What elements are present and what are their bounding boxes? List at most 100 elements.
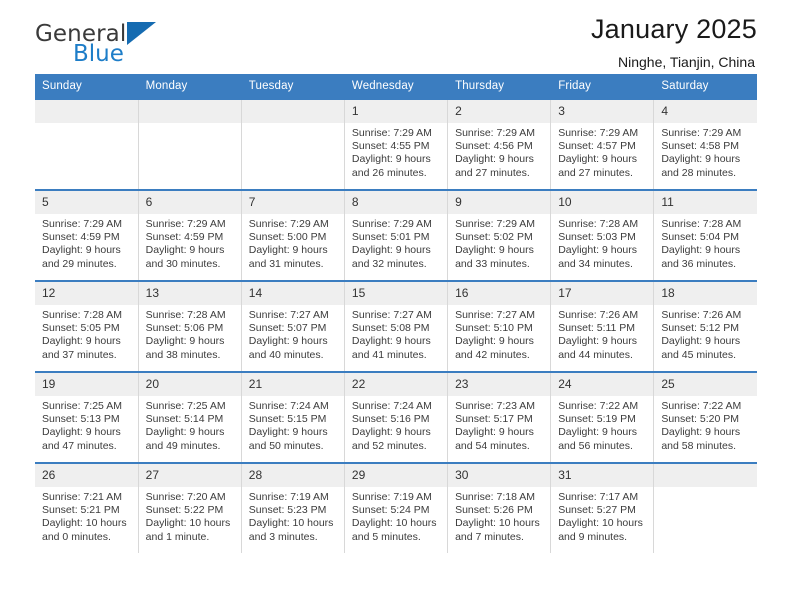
day-sun-info: Sunrise: 7:24 AM Sunset: 5:16 PM Daylight:… — [345, 396, 447, 453]
calendar-day-cell[interactable]: 9 Sunrise: 7:29 AM Sunset: 5:02 PM Daylight… — [447, 189, 552, 281]
calendar-day-cell[interactable]: 2 Sunrise: 7:29 AM Sunset: 4:56 PM Daylight… — [447, 98, 552, 190]
day-number: 31 — [551, 464, 654, 487]
day-number: 24 — [551, 373, 654, 396]
calendar-day-cell[interactable]: 19 Sunrise: 7:25 AM Sunset: 5:13 PM Dayligh… — [35, 371, 139, 463]
sunset-text: Sunset: 5:19 PM — [558, 413, 636, 426]
sunset-text: Sunset: 5:10 PM — [455, 322, 533, 335]
calendar-day-cell[interactable]: 13 Sunrise: 7:28 AM Sunset: 5:06 PM Dayligh… — [138, 280, 242, 372]
logo-triangle-icon — [127, 22, 157, 45]
calendar-day-cell[interactable]: 22 Sunrise: 7:24 AM Sunset: 5:16 PM Dayligh… — [344, 371, 449, 463]
day-sun-info: Sunrise: 7:25 AM Sunset: 5:14 PM Daylight:… — [139, 396, 241, 453]
weekday-header-wednesday: Wednesday — [344, 74, 449, 99]
day-sun-info: Sunrise: 7:29 AM Sunset: 5:00 PM Daylight:… — [242, 214, 344, 271]
sunset-text: Sunset: 5:01 PM — [351, 231, 430, 244]
calendar-day-cell[interactable]: 18 Sunrise: 7:26 AM Sunset: 5:12 PM Dayligh… — [653, 280, 757, 372]
sunset-text: Sunset: 5:17 PM — [455, 413, 533, 426]
calendar-week-row: 1 Sunrise: 7:29 AM Sunset: 4:55 PM Daylight… — [35, 98, 757, 190]
daylight-text-line2: and 30 minutes. — [145, 257, 221, 270]
calendar-day-cell[interactable]: 11 Sunrise: 7:28 AM Sunset: 5:04 PM Dayligh… — [653, 189, 757, 281]
daylight-text-line1: Daylight: 10 hours — [351, 517, 437, 530]
calendar-day-cell[interactable]: 31 Sunrise: 7:17 AM Sunset: 5:27 PM Dayligh… — [550, 462, 655, 553]
calendar-day-cell[interactable]: 7 Sunrise: 7:29 AM Sunset: 5:00 PM Daylight… — [241, 189, 345, 281]
sunset-text: Sunset: 5:14 PM — [145, 413, 224, 426]
daylight-text-line1: Daylight: 9 hours — [455, 244, 534, 257]
calendar-day-cell[interactable]: 12 Sunrise: 7:28 AM Sunset: 5:05 PM Dayligh… — [35, 280, 139, 372]
generalblue-logo: General Blue — [35, 0, 157, 66]
sunset-text: Sunset: 4:57 PM — [558, 140, 636, 153]
daylight-text-line2: and 7 minutes. — [455, 530, 524, 543]
day-number: 26 — [35, 464, 138, 487]
day-sun-info: Sunrise: 7:28 AM Sunset: 5:05 PM Daylight:… — [35, 305, 138, 362]
calendar-day-cell[interactable]: 28 Sunrise: 7:19 AM Sunset: 5:23 PM Dayligh… — [241, 462, 345, 553]
calendar-day-cell[interactable]: 26 Sunrise: 7:21 AM Sunset: 5:21 PM Dayligh… — [35, 462, 139, 553]
day-sun-info: Sunrise: 7:29 AM Sunset: 4:55 PM Daylight:… — [345, 123, 447, 180]
calendar-day-cell[interactable]: 24 Sunrise: 7:22 AM Sunset: 5:19 PM Dayligh… — [550, 371, 655, 463]
calendar-day-cell[interactable]: 27 Sunrise: 7:20 AM Sunset: 5:22 PM Dayligh… — [138, 462, 242, 553]
daylight-text-line1: Daylight: 9 hours — [351, 335, 431, 348]
sunrise-text: Sunrise: 7:22 AM — [661, 400, 742, 412]
day-number: 9 — [448, 191, 551, 214]
day-number — [35, 100, 138, 123]
calendar-day-cell[interactable]: 20 Sunrise: 7:25 AM Sunset: 5:14 PM Dayligh… — [138, 371, 242, 463]
calendar-day-cell[interactable]: 15 Sunrise: 7:27 AM Sunset: 5:08 PM Dayligh… — [344, 280, 449, 372]
sunrise-text: Sunrise: 7:27 AM — [351, 309, 432, 321]
daylight-text-line1: Daylight: 9 hours — [248, 335, 328, 348]
sunrise-text: Sunrise: 7:24 AM — [351, 400, 432, 412]
day-sun-info: Sunrise: 7:17 AM Sunset: 5:27 PM Daylight:… — [551, 487, 653, 544]
calendar-day-cell[interactable]: 23 Sunrise: 7:23 AM Sunset: 5:17 PM Dayligh… — [447, 371, 552, 463]
daylight-text-line1: Daylight: 10 hours — [558, 517, 643, 530]
daylight-text-line2: and 58 minutes. — [661, 439, 737, 452]
sunrise-text: Sunrise: 7:29 AM — [351, 218, 432, 230]
daylight-text-line2: and 28 minutes. — [661, 166, 737, 179]
day-number: 1 — [344, 100, 448, 123]
daylight-text-line1: Daylight: 9 hours — [351, 426, 431, 439]
daylight-text-line1: Daylight: 9 hours — [455, 153, 534, 166]
calendar-day-cell[interactable]: 14 Sunrise: 7:27 AM Sunset: 5:07 PM Dayligh… — [241, 280, 345, 372]
day-sun-info: Sunrise: 7:19 AM Sunset: 5:23 PM Daylight:… — [242, 487, 344, 544]
calendar-day-cell[interactable]: 4 Sunrise: 7:29 AM Sunset: 4:58 PM Daylight… — [653, 98, 757, 190]
calendar-day-cell[interactable]: 3 Sunrise: 7:29 AM Sunset: 4:57 PM Daylight… — [550, 98, 655, 190]
daylight-text-line2: and 0 minutes. — [42, 530, 111, 543]
daylight-text-line1: Daylight: 9 hours — [661, 244, 741, 257]
daylight-text-line2: and 50 minutes. — [248, 439, 324, 452]
day-sun-info: Sunrise: 7:18 AM Sunset: 5:26 PM Daylight:… — [448, 487, 550, 544]
weekday-header-tuesday: Tuesday — [241, 74, 345, 99]
daylight-text-line1: Daylight: 9 hours — [42, 244, 121, 257]
calendar-day-cell[interactable]: 21 Sunrise: 7:24 AM Sunset: 5:15 PM Dayligh… — [241, 371, 345, 463]
calendar-day-cell[interactable]: 25 Sunrise: 7:22 AM Sunset: 5:20 PM Dayligh… — [653, 371, 757, 463]
calendar-day-cell[interactable]: 8 Sunrise: 7:29 AM Sunset: 5:01 PM Daylight… — [344, 189, 449, 281]
sunset-text: Sunset: 5:22 PM — [145, 504, 224, 517]
daylight-text-line2: and 5 minutes. — [351, 530, 421, 543]
day-sun-info: Sunrise: 7:27 AM Sunset: 5:08 PM Daylight:… — [345, 305, 447, 362]
calendar-day-cell[interactable]: 17 Sunrise: 7:26 AM Sunset: 5:11 PM Dayligh… — [550, 280, 655, 372]
weekday-header-row: Sunday Monday Tuesday Wednesday Thursday… — [35, 74, 757, 99]
day-number: 6 — [138, 191, 241, 214]
calendar-day-cell[interactable]: 16 Sunrise: 7:27 AM Sunset: 5:10 PM Dayligh… — [447, 280, 552, 372]
day-number: 7 — [241, 191, 344, 214]
sunrise-text: Sunrise: 7:29 AM — [145, 218, 226, 230]
title-block: January 2025 Ninghe, Tianjin, China — [591, 0, 757, 70]
sunrise-text: Sunrise: 7:29 AM — [661, 127, 742, 139]
calendar-day-cell[interactable]: 1 Sunrise: 7:29 AM Sunset: 4:55 PM Daylight… — [344, 98, 449, 190]
sunset-text: Sunset: 4:59 PM — [145, 231, 224, 244]
calendar-day-cell[interactable]: 5 Sunrise: 7:29 AM Sunset: 4:59 PM Daylight… — [35, 189, 139, 281]
sunset-text: Sunset: 5:16 PM — [351, 413, 430, 426]
day-number: 10 — [551, 191, 654, 214]
sunset-text: Sunset: 5:07 PM — [248, 322, 327, 335]
daylight-text-line1: Daylight: 9 hours — [558, 335, 637, 348]
day-number: 28 — [241, 464, 344, 487]
daylight-text-line2: and 42 minutes. — [455, 348, 530, 361]
calendar-day-cell[interactable]: 6 Sunrise: 7:29 AM Sunset: 4:59 PM Daylight… — [138, 189, 242, 281]
calendar-day-cell[interactable]: 29 Sunrise: 7:19 AM Sunset: 5:24 PM Dayligh… — [344, 462, 449, 553]
calendar-day-cell[interactable]: 30 Sunrise: 7:18 AM Sunset: 5:26 PM Dayligh… — [447, 462, 552, 553]
daylight-text-line2: and 26 minutes. — [351, 166, 427, 179]
sunrise-text: Sunrise: 7:28 AM — [558, 218, 639, 230]
sunset-text: Sunset: 5:13 PM — [42, 413, 120, 426]
calendar-day-cell[interactable]: 10 Sunrise: 7:28 AM Sunset: 5:03 PM Dayligh… — [550, 189, 655, 281]
sunset-text: Sunset: 5:26 PM — [455, 504, 533, 517]
daylight-text-line2: and 52 minutes. — [351, 439, 427, 452]
day-number: 15 — [344, 282, 448, 305]
day-number: 14 — [241, 282, 344, 305]
day-number: 29 — [344, 464, 448, 487]
day-sun-info: Sunrise: 7:22 AM Sunset: 5:19 PM Daylight:… — [551, 396, 653, 453]
